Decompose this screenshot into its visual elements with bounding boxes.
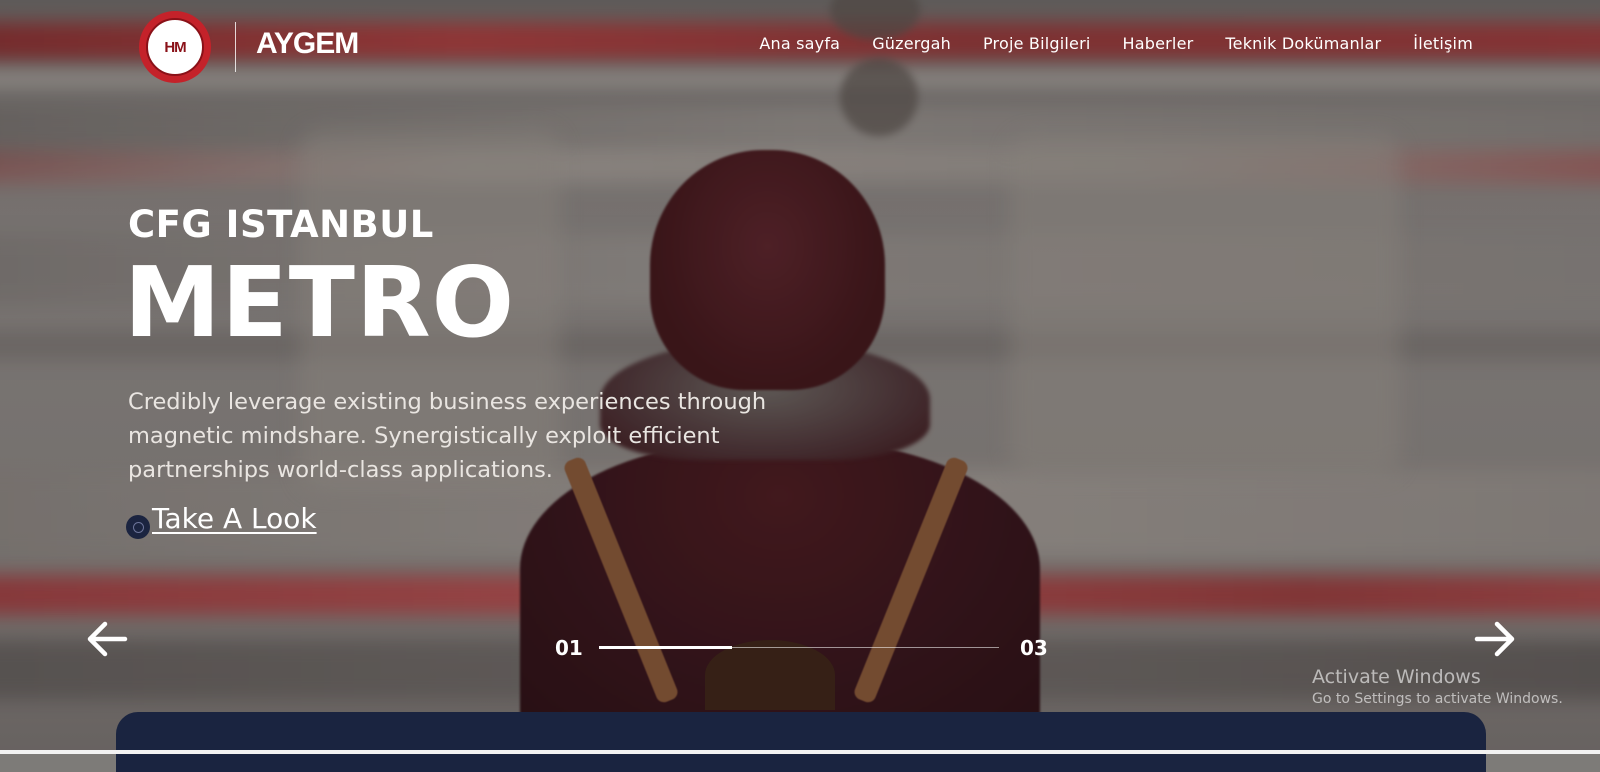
take-a-look-link[interactable]: Take A Look xyxy=(126,502,317,539)
activate-title: Activate Windows xyxy=(1312,666,1481,688)
nav-news[interactable]: Haberler xyxy=(1123,34,1194,53)
metro-logo[interactable]: HM xyxy=(139,11,211,83)
hero-title: METRO xyxy=(124,246,516,359)
slide-counter-total: 03 xyxy=(1020,636,1048,660)
logo-divider xyxy=(235,22,236,72)
nav-route[interactable]: Güzergah xyxy=(872,34,951,53)
nav-contact[interactable]: İletişim xyxy=(1413,34,1473,53)
nav-home[interactable]: Ana sayfa xyxy=(759,34,840,53)
activate-windows-watermark: Activate Windows Go to Settings to activ… xyxy=(1312,666,1563,707)
activate-subtitle: Go to Settings to activate Windows. xyxy=(1312,691,1563,707)
slide-progress-track xyxy=(599,646,999,649)
arrow-right-icon[interactable] xyxy=(1474,620,1516,658)
info-panel xyxy=(116,712,1486,772)
circle-icon xyxy=(126,515,150,539)
nav-technical-docs[interactable]: Teknik Dokümanlar xyxy=(1225,34,1381,53)
hero-background-image xyxy=(0,0,1600,754)
hero-subtitle: CFG ISTANBUL xyxy=(128,203,434,246)
cta-label: Take A Look xyxy=(152,502,317,535)
hero-description: Credibly leverage existing business expe… xyxy=(128,389,767,483)
brand-logo[interactable]: AYGEM xyxy=(256,27,359,61)
nav-project-info[interactable]: Proje Bilgileri xyxy=(983,34,1091,53)
slide-progress-fill xyxy=(599,646,733,649)
slide-counter-current: 01 xyxy=(555,636,583,660)
main-nav: Ana sayfa Güzergah Proje Bilgileri Haber… xyxy=(759,34,1473,53)
arrow-left-icon[interactable] xyxy=(86,620,128,658)
page-bottom-edge xyxy=(0,750,1600,754)
site-header: HM AYGEM Ana sayfa Güzergah Proje Bilgil… xyxy=(0,0,1600,92)
logo-mark: HM xyxy=(146,18,204,76)
